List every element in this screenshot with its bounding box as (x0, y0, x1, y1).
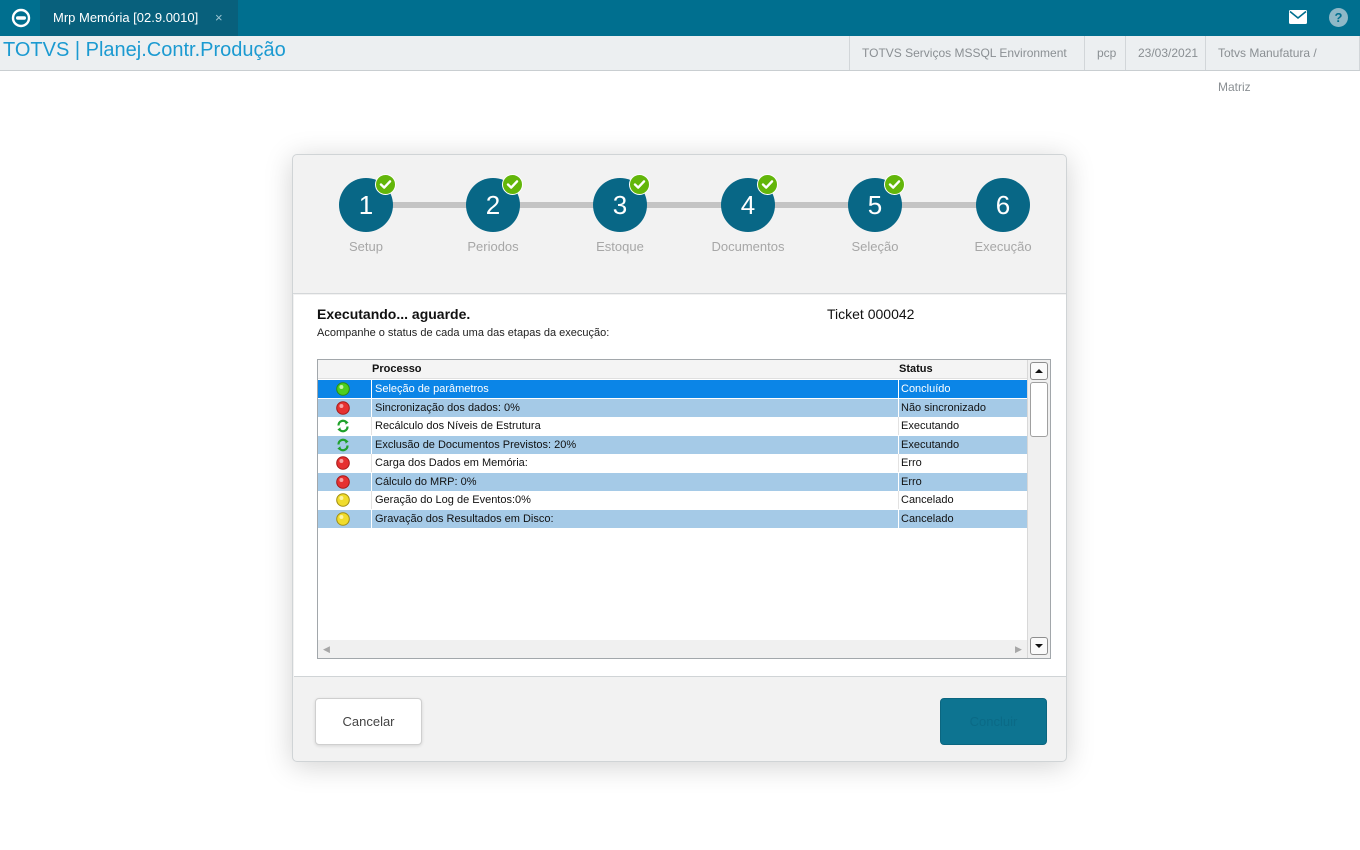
status-cell: Cancelado (898, 509, 1027, 528)
status-cell: Erro (898, 454, 1027, 472)
conclude-button[interactable]: Concluir (940, 698, 1047, 745)
process-cell: Exclusão de Documentos Previstos: 20% (371, 435, 898, 454)
check-icon (757, 174, 778, 195)
check-icon (502, 174, 523, 195)
arrow-down-icon (1035, 644, 1043, 648)
step-5-label: Seleção (851, 239, 899, 254)
steps-connector (366, 202, 1002, 208)
ticket-label: Ticket 000042 (827, 306, 915, 322)
tab-title: Mrp Memória [02.9.0010] (53, 10, 199, 25)
table-row[interactable]: Cálculo do MRP: 0% Erro (318, 472, 1027, 491)
step-6-label: Execução (974, 239, 1032, 254)
mrp-wizard-dialog: 1 Setup 2 Periodos 3 Estoque 4 Documentos 5 Seleç… (292, 154, 1067, 762)
status-column-header[interactable]: Status (899, 363, 933, 375)
process-cell: Cálculo do MRP: 0% (371, 472, 898, 491)
process-grid: Processo Status Seleção de parâmetros Con… (317, 359, 1051, 659)
process-cell: Geração do Log de Eventos:0% (371, 491, 898, 509)
arrow-up-icon (1035, 369, 1043, 373)
date-label: 23/03/2021 (1125, 36, 1210, 70)
execution-subtitle: Acompanhe o status de cada uma das etapa… (317, 327, 610, 339)
red-light-icon (336, 474, 350, 489)
app-title: TOTVS | Planej.Contr.Produção (3, 39, 286, 61)
status-cell: Executando (898, 417, 1027, 435)
scroll-up-button[interactable] (1030, 362, 1048, 380)
execution-panel: Executando... aguarde. Ticket 000042 Aco… (294, 295, 1066, 677)
svg-text:?: ? (1335, 10, 1343, 25)
scroll-right-icon[interactable]: ▶ (1015, 644, 1022, 655)
company-label: Totvs Manufatura / Matriz (1205, 36, 1360, 94)
process-cell: Recálculo dos Níveis de Estrutura (371, 417, 898, 435)
red-light-icon (336, 400, 350, 415)
process-column-header[interactable]: Processo (372, 363, 422, 375)
process-cell: Carga dos Dados em Memória: (371, 454, 898, 472)
status-cell: Não sincronizado (898, 398, 1027, 417)
step-6-circle[interactable]: 6 (976, 178, 1030, 232)
status-cell: Erro (898, 472, 1027, 491)
green-light-icon (336, 382, 350, 396)
table-row[interactable]: Gravação dos Resultados em Disco: Cancela… (318, 509, 1027, 528)
user-label: pcp (1084, 36, 1128, 70)
table-row[interactable]: Recálculo dos Níveis de Estrutura Executa… (318, 417, 1027, 435)
step-1-label: Setup (349, 239, 383, 254)
status-cell: Concluído (898, 380, 1027, 398)
scroll-thumb[interactable] (1030, 382, 1048, 437)
step-2-label: Periodos (467, 239, 519, 254)
check-icon (375, 174, 396, 195)
table-row[interactable]: Sincronização dos dados: 0% Não sincroniz… (318, 398, 1027, 417)
top-bar: Mrp Memória [02.9.0010] × ? (0, 0, 1360, 36)
environment-label: TOTVS Serviços MSSQL Environment (849, 36, 1079, 70)
wizard-steps: 1 Setup 2 Periodos 3 Estoque 4 Documentos 5 Seleç… (293, 155, 1066, 294)
table-row[interactable]: Exclusão de Documentos Previstos: 20% Exe… (318, 435, 1027, 454)
table-row[interactable]: Carga dos Dados em Memória: Erro (318, 454, 1027, 472)
yellow-light-icon (336, 493, 350, 507)
process-cell: Gravação dos Resultados em Disco: (371, 509, 898, 528)
totvs-logo-icon[interactable] (11, 8, 31, 28)
process-cell: Sincronização dos dados: 0% (371, 398, 898, 417)
scroll-down-button[interactable] (1030, 637, 1048, 655)
table-row[interactable]: Seleção de parâmetros Concluído (318, 380, 1027, 398)
help-icon[interactable]: ? (1329, 8, 1348, 27)
cancel-button[interactable]: Cancelar (315, 698, 422, 745)
status-cell: Executando (898, 435, 1027, 454)
scroll-left-icon[interactable]: ◀ (323, 644, 330, 655)
tab-close-icon[interactable]: × (215, 0, 223, 36)
check-icon (884, 174, 905, 195)
refresh-icon (336, 419, 350, 433)
yellow-light-icon (336, 511, 350, 526)
process-cell: Seleção de parâmetros (371, 380, 898, 398)
status-cell: Cancelado (898, 491, 1027, 509)
step-4-label: Documentos (711, 239, 785, 254)
table-row[interactable]: Geração do Log de Eventos:0% Cancelado (318, 491, 1027, 509)
vertical-scrollbar[interactable] (1027, 360, 1050, 658)
horizontal-scrollbar[interactable]: ◀ ▶ (318, 640, 1027, 658)
step-3-label: Estoque (596, 239, 644, 254)
title-bar: TOTVS | Planej.Contr.Produção TOTVS Serv… (0, 36, 1360, 94)
red-light-icon (336, 456, 350, 470)
grid-header: Processo Status (318, 360, 1027, 379)
refresh-icon (336, 438, 350, 452)
execution-title: Executando... aguarde. (317, 306, 471, 322)
mail-icon[interactable] (1289, 10, 1307, 24)
check-icon (629, 174, 650, 195)
tab-mrp-memoria[interactable]: Mrp Memória [02.9.0010] × (40, 0, 238, 36)
